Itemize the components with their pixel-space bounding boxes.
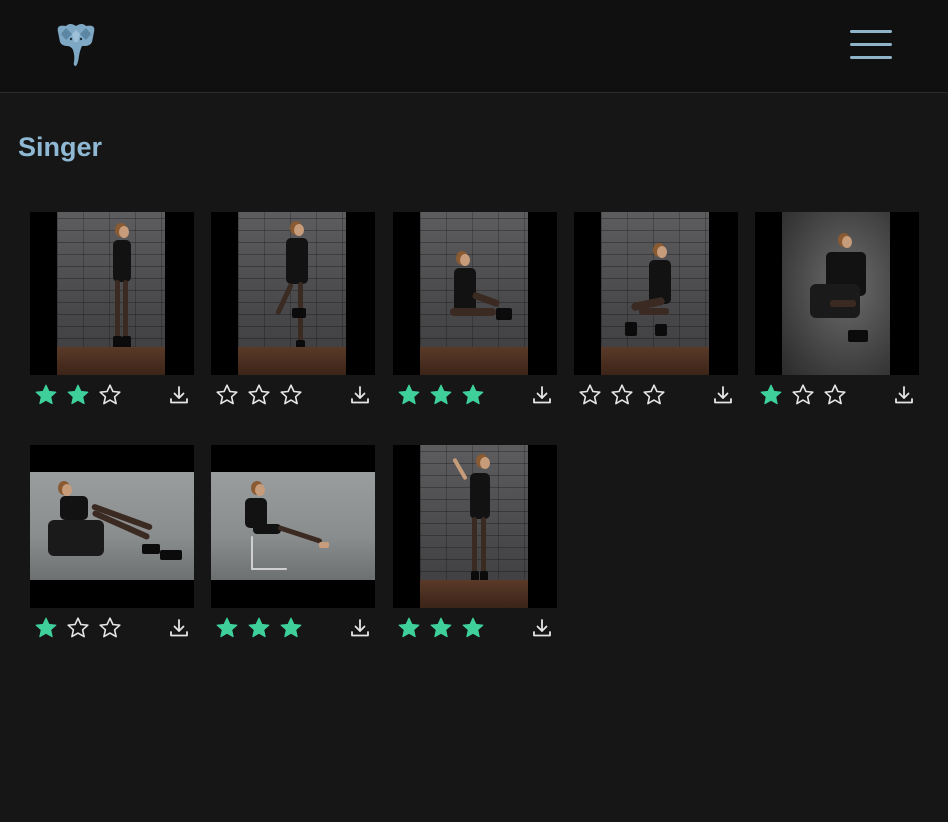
star-outline-icon[interactable] (791, 383, 815, 407)
photo-card (574, 212, 738, 409)
star-filled-icon[interactable] (279, 616, 303, 640)
photo-actions (211, 383, 375, 409)
star-rating (759, 383, 855, 409)
star-outline-icon[interactable] (215, 383, 239, 407)
photo-thumbnail[interactable] (393, 212, 557, 375)
star-filled-icon[interactable] (461, 616, 485, 640)
star-outline-icon[interactable] (642, 383, 666, 407)
photo-card (393, 212, 557, 409)
photo-image (211, 472, 375, 580)
star-rating (397, 616, 493, 642)
photo-card (30, 445, 194, 642)
download-icon[interactable] (349, 617, 371, 639)
star-filled-icon[interactable] (34, 616, 58, 640)
photo-image (782, 212, 890, 375)
star-outline-icon[interactable] (610, 383, 634, 407)
star-filled-icon[interactable] (429, 383, 453, 407)
star-filled-icon[interactable] (34, 383, 58, 407)
photo-card (393, 445, 557, 642)
star-rating (578, 383, 674, 409)
download-icon[interactable] (531, 384, 553, 406)
photo-image (238, 212, 346, 375)
photo-image (57, 212, 165, 375)
star-filled-icon[interactable] (461, 383, 485, 407)
download-icon[interactable] (168, 617, 190, 639)
photo-card (755, 212, 919, 409)
star-filled-icon[interactable] (397, 616, 421, 640)
star-rating (397, 383, 493, 409)
photo-card (30, 212, 194, 409)
photo-card (211, 445, 375, 642)
download-icon[interactable] (893, 384, 915, 406)
star-rating (215, 616, 311, 642)
star-outline-icon[interactable] (279, 383, 303, 407)
photo-actions (211, 616, 375, 642)
star-outline-icon[interactable] (98, 616, 122, 640)
photo-thumbnail[interactable] (211, 445, 375, 608)
star-filled-icon[interactable] (66, 383, 90, 407)
star-filled-icon[interactable] (247, 616, 271, 640)
photo-image (30, 472, 194, 580)
star-filled-icon[interactable] (397, 383, 421, 407)
star-rating (34, 616, 130, 642)
photo-actions (393, 383, 557, 409)
photo-thumbnail[interactable] (393, 445, 557, 608)
photo-image (420, 212, 528, 375)
photo-thumbnail[interactable] (30, 445, 194, 608)
star-filled-icon[interactable] (759, 383, 783, 407)
photo-actions (30, 616, 194, 642)
star-filled-icon[interactable] (429, 616, 453, 640)
photo-actions (30, 383, 194, 409)
photo-actions (755, 383, 919, 409)
download-icon[interactable] (168, 384, 190, 406)
download-icon[interactable] (712, 384, 734, 406)
download-icon[interactable] (349, 384, 371, 406)
photo-actions (574, 383, 738, 409)
photo-image (601, 212, 709, 375)
photo-thumbnail[interactable] (30, 212, 194, 375)
star-outline-icon[interactable] (247, 383, 271, 407)
star-outline-icon[interactable] (578, 383, 602, 407)
photo-card (211, 212, 375, 409)
star-filled-icon[interactable] (215, 616, 239, 640)
download-icon[interactable] (531, 617, 553, 639)
star-rating (34, 383, 130, 409)
star-outline-icon[interactable] (66, 616, 90, 640)
photo-thumbnail[interactable] (211, 212, 375, 375)
star-outline-icon[interactable] (823, 383, 847, 407)
star-outline-icon[interactable] (98, 383, 122, 407)
photo-thumbnail[interactable] (755, 212, 919, 375)
photo-grid (0, 0, 948, 822)
photo-image (420, 445, 528, 608)
star-rating (215, 383, 311, 409)
photo-actions (393, 616, 557, 642)
photo-thumbnail[interactable] (574, 212, 738, 375)
